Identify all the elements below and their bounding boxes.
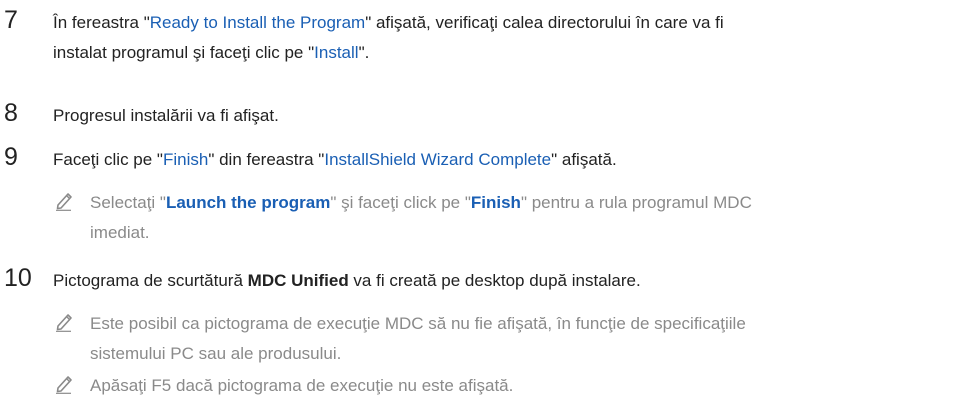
ui-term-installshield-wizard-complete: InstallShield Wizard Complete [324, 150, 552, 169]
note-text-line-1: Este posibil ca pictograma de execuţie M… [90, 314, 746, 333]
ui-term-finish: Finish [162, 150, 209, 169]
note-text-line-2: sistemului PC sau ale produsului. [90, 344, 342, 363]
step-number: 8 [4, 99, 18, 127]
text-fragment: Selectaţi " [90, 193, 166, 212]
text-fragment: " din fereastra " [208, 150, 325, 169]
text-fragment: ". [358, 43, 370, 62]
text-fragment: În fereastra " [53, 13, 150, 32]
text-fragment: " pentru a rula programul MDC [520, 193, 752, 212]
text-fragment: instalat programul şi faceţi clic pe " [53, 43, 315, 62]
step-number: 9 [4, 143, 18, 171]
step-9: 9 Faceţi clic pe "Finish" din fereastra … [0, 143, 980, 175]
note-step-10-1: Este posibil ca pictograma de execuţie M… [0, 307, 980, 369]
text-fragment: Faceţi clic pe " [53, 150, 163, 169]
step-7: 7 În fereastra "Ready to Install the Pro… [0, 6, 980, 68]
step-text: În fereastra "Ready to Install the Progr… [53, 8, 980, 68]
pencil-icon [56, 314, 72, 332]
note-text: Este posibil ca pictograma de execuţie M… [90, 309, 980, 369]
instruction-page: 7 În fereastra "Ready to Install the Pro… [0, 0, 980, 400]
note-text: Selectaţi "Launch the program" şi faceţi… [90, 188, 980, 248]
note-step-10-2: Apăsaţi F5 dacă pictograma de execuţie n… [0, 369, 980, 400]
ui-term-ready-to-install: Ready to Install the Program [149, 13, 366, 32]
note-text-line-1: Selectaţi "Launch the program" şi faceţi… [90, 188, 980, 218]
ui-term-install: Install [314, 43, 359, 62]
text-fragment: " şi faceţi click pe " [330, 193, 471, 212]
note-step-9: Selectaţi "Launch the program" şi faceţi… [0, 186, 980, 248]
pencil-icon [56, 193, 72, 211]
ui-term-launch-the-program: Launch the program [165, 193, 331, 212]
step-text: Progresul instalării va fi afişat. [53, 106, 279, 125]
step-number: 7 [4, 6, 18, 34]
note-text: Apăsaţi F5 dacă pictograma de execuţie n… [90, 376, 514, 395]
step-number: 10 [4, 264, 32, 292]
ui-term-finish: Finish [470, 193, 521, 212]
step-10: 10 Pictograma de scurtătură MDC Unified … [0, 264, 980, 296]
step-text: Pictograma de scurtătură MDC Unified va … [53, 266, 980, 296]
text-fragment: " afişată, verificaţi calea directorului… [365, 13, 724, 32]
text-fragment: " afişată. [551, 150, 617, 169]
step-text: Faceţi clic pe "Finish" din fereastra "I… [53, 145, 980, 175]
pencil-icon [56, 376, 72, 394]
step-text-line-2: instalat programul şi faceţi clic pe "In… [53, 38, 980, 68]
note-text-line-2: imediat. [90, 223, 150, 242]
ui-term-mdc-unified: MDC Unified [247, 271, 349, 290]
step-8: 8 Progresul instalării va fi afişat. [0, 99, 980, 131]
text-fragment: Pictograma de scurtătură [53, 271, 248, 290]
step-text-line-1: În fereastra "Ready to Install the Progr… [53, 8, 980, 38]
text-fragment: va fi creată pe desktop după instalare. [348, 271, 641, 290]
